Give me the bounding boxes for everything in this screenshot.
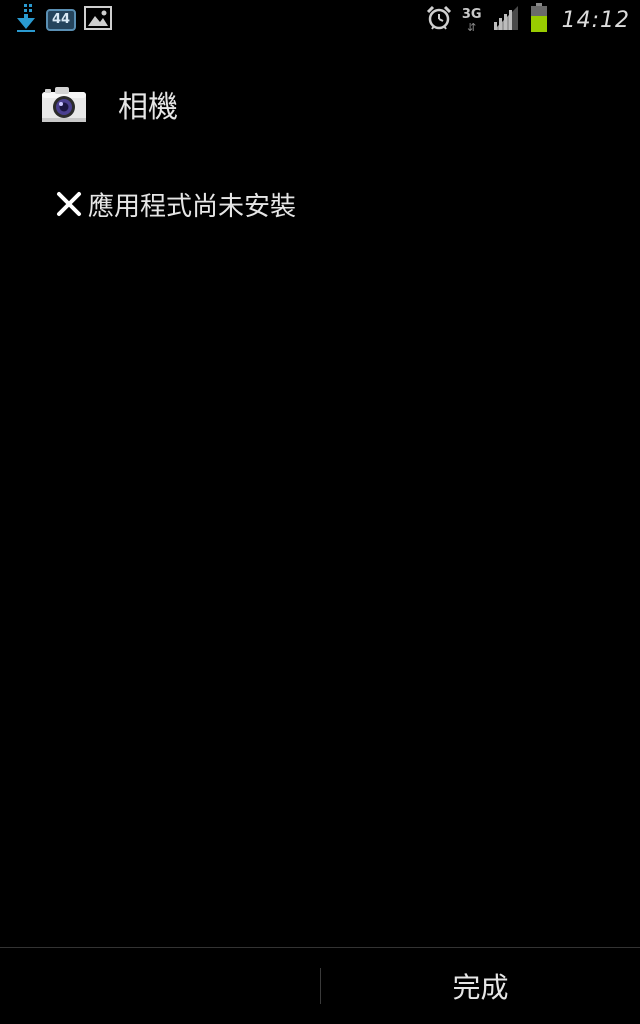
notification-count-icon: 44 — [46, 9, 76, 31]
empty-button-slot — [0, 948, 320, 1024]
button-bar: 完成 — [0, 947, 640, 1024]
network-type-icon: 3G ⇵ — [462, 8, 482, 33]
status-bar-left: 44 — [14, 4, 112, 36]
done-button[interactable]: 完成 — [321, 948, 640, 1024]
download-icon — [14, 3, 38, 37]
status-bar-right: 3G ⇵ 14:12 — [426, 2, 630, 38]
close-x-icon — [56, 191, 82, 217]
network-type-label: 3G — [461, 6, 482, 22]
status-clock: 14:12 — [561, 7, 630, 33]
signal-icon — [492, 4, 520, 36]
app-header: 相機 — [40, 76, 178, 132]
message-text: 應用程式尚未安裝 — [88, 191, 297, 222]
battery-icon — [530, 3, 548, 37]
app-title: 相機 — [118, 90, 178, 125]
network-activity-arrows: ⇵ — [467, 20, 477, 34]
camera-icon — [40, 80, 88, 128]
gallery-icon — [84, 6, 112, 34]
status-bar: 44 3G ⇵ 14:12 — [0, 0, 640, 40]
install-status-message: 應用程式尚未安裝 — [56, 184, 296, 224]
alarm-icon — [426, 5, 452, 35]
